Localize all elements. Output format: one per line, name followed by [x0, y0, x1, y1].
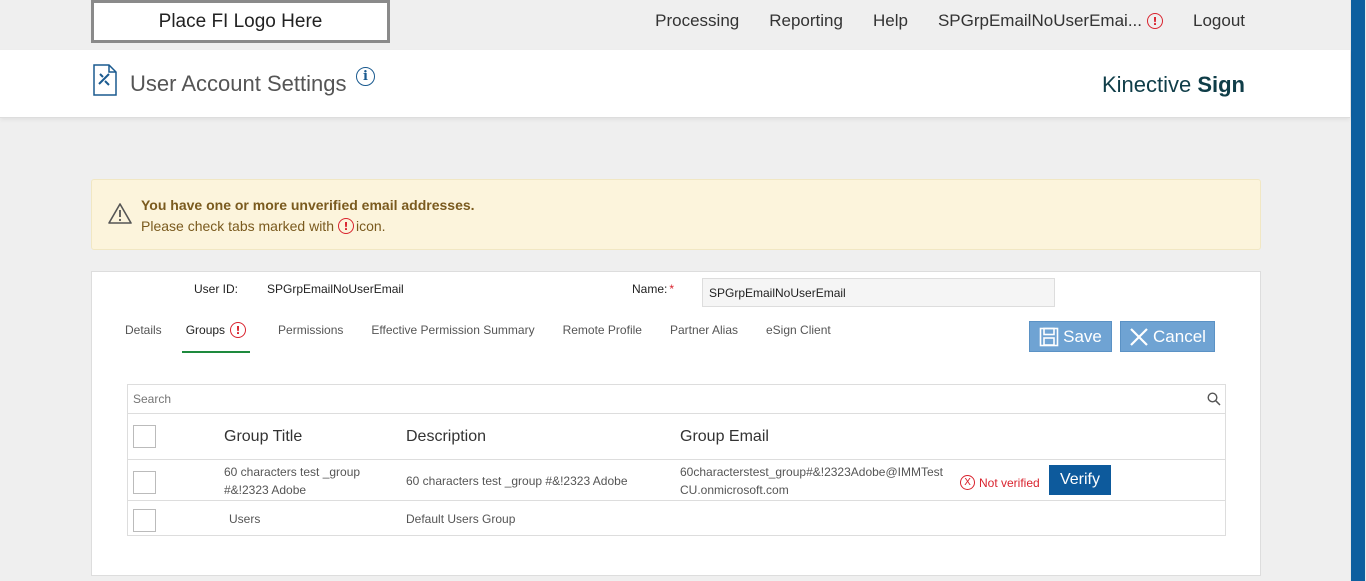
user-id-label: User ID: [194, 282, 239, 296]
description-cell: 60 characters test _group #&!2323 Adobe [406, 474, 628, 488]
page-scrollbar[interactable] [1350, 0, 1366, 581]
nav-logout[interactable]: Logout [1193, 11, 1245, 31]
warning-icon: ! [230, 322, 247, 338]
alert-text-after: icon. [355, 218, 386, 234]
tab-label: Effective Permission Summary [371, 323, 535, 337]
tab-partner-alias[interactable]: Partner Alias [662, 323, 738, 353]
brand-sign: Sign [1197, 72, 1245, 97]
fi-logo-placeholder: Place FI Logo Here [91, 0, 390, 43]
status-label: Not verified [979, 475, 1040, 490]
column-header-group-email[interactable]: Group Email [680, 428, 769, 446]
column-header-description[interactable]: Description [406, 428, 486, 446]
name-label: Name: * [632, 282, 674, 296]
nav-help[interactable]: Help [873, 11, 908, 31]
cancel-label: Cancel [1153, 326, 1206, 346]
cancel-button[interactable]: Cancel [1120, 321, 1215, 352]
warning-icon: ! [337, 218, 354, 234]
alert-message: Please check tabs marked with ! icon. [141, 218, 386, 234]
info-icon[interactable]: i [356, 67, 375, 86]
verify-button[interactable]: Verify [1049, 465, 1111, 495]
scrollbar-thumb[interactable] [1351, 0, 1365, 581]
groups-table: Group Title Description Group Email 60 c… [127, 384, 1226, 536]
row-checkbox[interactable] [133, 471, 156, 494]
nav-reporting[interactable]: Reporting [769, 11, 843, 31]
tab-label: Permissions [278, 323, 344, 337]
brand-name: Kinective [1101, 72, 1198, 97]
tab-label: Partner Alias [669, 323, 738, 337]
not-verified-status: X Not verified [960, 475, 1040, 490]
brand-logo: Kinective Sign [1102, 72, 1245, 98]
tab-label: eSign Client [766, 323, 831, 337]
search-bar [128, 385, 1225, 414]
select-all-checkbox[interactable] [133, 425, 156, 448]
name-label-text: Name: [632, 282, 668, 296]
account-settings-panel: User ID: SPGrpEmailNoUserEmail Name:* De… [91, 271, 1261, 576]
tab-label: Details [125, 323, 162, 337]
top-nav: Processing Reporting Help SPGrpEmailNoUs… [655, 11, 1245, 31]
name-field[interactable] [702, 278, 1055, 307]
table-header-row: Group Title Description Group Email [128, 414, 1225, 460]
group-title-cell: Users [229, 512, 261, 526]
error-x-icon: X [960, 475, 975, 490]
nav-processing[interactable]: Processing [655, 11, 739, 31]
tab-permissions[interactable]: Permissions [270, 323, 343, 353]
top-bar: Place FI Logo Here Processing Reporting … [0, 0, 1350, 50]
page-header: User Account Settings i Kinective Sign [0, 50, 1350, 118]
tab-remote-profile[interactable]: Remote Profile [555, 323, 642, 353]
tab-groups[interactable]: Groups! [181, 322, 251, 353]
tab-details[interactable]: Details [117, 323, 162, 353]
description-cell: Default Users Group [406, 512, 516, 526]
required-mark: * [669, 282, 675, 296]
unverified-email-alert: You have one or more unverified email ad… [91, 179, 1261, 250]
table-row: 60 characters test _group #&!2323 Adobe … [128, 460, 1225, 501]
nav-user-menu[interactable]: SPGrpEmailNoUserEmai... ! [938, 11, 1163, 31]
alert-title: You have one or more unverified email ad… [141, 197, 475, 213]
document-settings-icon [93, 64, 117, 96]
row-checkbox[interactable] [133, 509, 156, 532]
warning-icon: ! [1147, 13, 1163, 29]
tab-effective-permission-summary[interactable]: Effective Permission Summary [363, 323, 534, 353]
user-id-value: SPGrpEmailNoUserEmail [267, 282, 404, 296]
tab-esign-client[interactable]: eSign Client [758, 323, 831, 353]
column-header-group-title[interactable]: Group Title [224, 428, 302, 446]
group-title-cell: 60 characters test _group #&!2323 Adobe [224, 465, 361, 497]
search-icon[interactable] [1207, 392, 1221, 406]
tab-label: Remote Profile [562, 323, 642, 337]
nav-user-label: SPGrpEmailNoUserEmai... [937, 11, 1142, 30]
group-email-cell: 60characterstest_group#&!2323Adobe@IMMTe… [680, 465, 943, 497]
table-row: Users Default Users Group [128, 501, 1225, 536]
close-icon [1130, 327, 1148, 346]
settings-tabs: Details Groups! Permissions Effective Pe… [117, 322, 851, 353]
save-label: Save [1063, 326, 1102, 346]
search-input[interactable] [128, 385, 1198, 413]
tab-label: Groups [185, 323, 226, 337]
save-button[interactable]: Save [1029, 321, 1112, 352]
page-title: User Account Settings [130, 71, 347, 96]
warning-triangle-icon [108, 203, 132, 224]
save-icon [1039, 327, 1059, 346]
alert-text-before: Please check tabs marked with [141, 218, 334, 234]
